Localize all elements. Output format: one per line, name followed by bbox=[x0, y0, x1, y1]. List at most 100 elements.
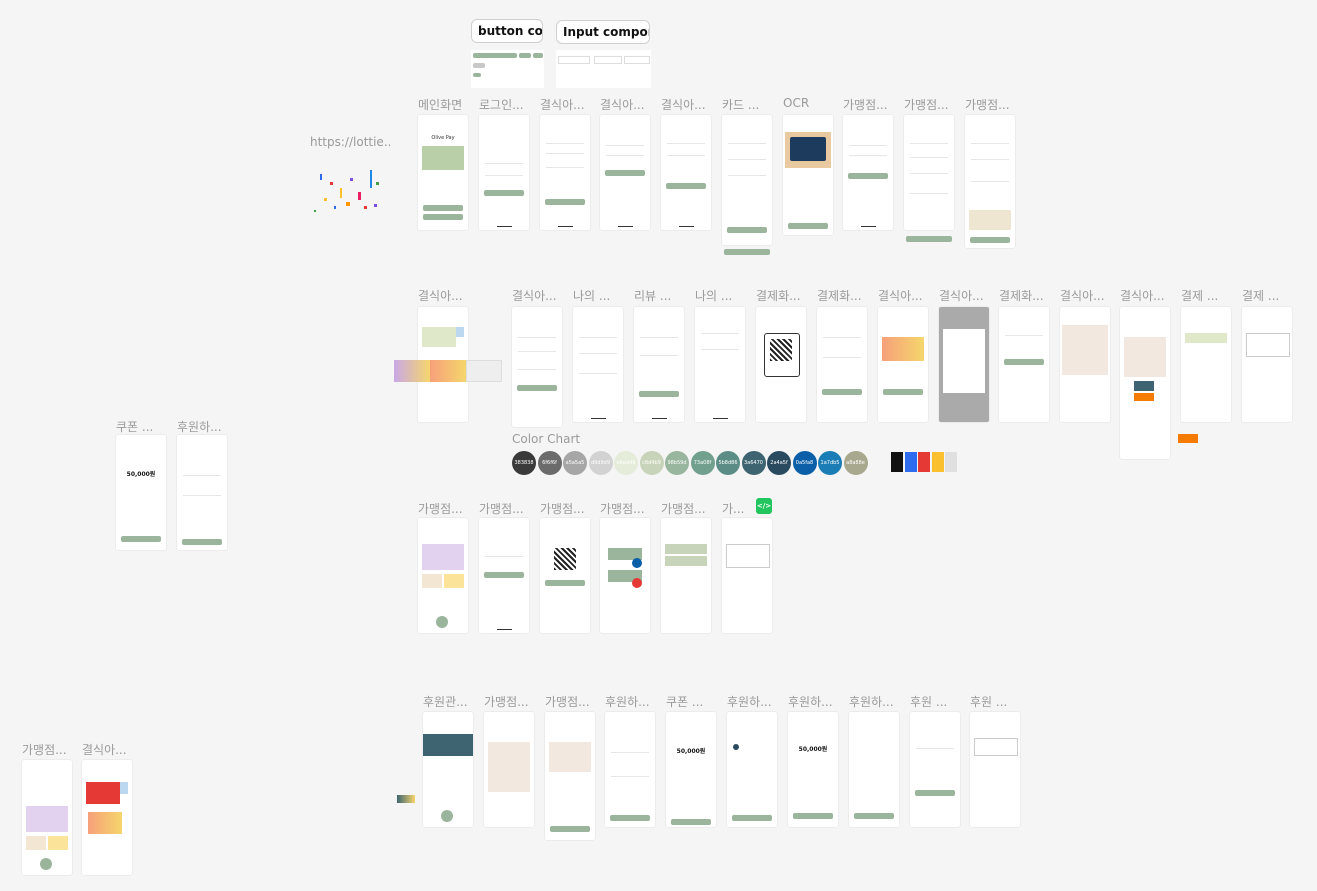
card-thumb bbox=[397, 795, 415, 803]
ocr-frame[interactable] bbox=[783, 115, 833, 235]
store-map-frame[interactable] bbox=[484, 712, 534, 827]
frame-label: 결제화... bbox=[817, 289, 862, 303]
wallet-frame-2[interactable] bbox=[82, 760, 132, 875]
code-icon[interactable]: </> bbox=[756, 498, 772, 514]
color-swatch: 98b59d bbox=[665, 451, 689, 475]
store-frame-3[interactable] bbox=[965, 115, 1015, 248]
frame-label: 결식아... bbox=[1060, 289, 1105, 303]
input-component-board bbox=[556, 50, 651, 88]
frame-label: 가맹점... bbox=[904, 98, 949, 112]
pay-history-frame[interactable] bbox=[1181, 307, 1231, 422]
donate-history-frame[interactable] bbox=[970, 712, 1020, 827]
donate-amount: 50,000원 bbox=[798, 746, 828, 753]
frame-label: 결식아... bbox=[512, 289, 557, 303]
map-frame-2[interactable] bbox=[1120, 307, 1170, 459]
frame-label: 후원 ... bbox=[910, 695, 948, 709]
button-component-title[interactable]: button co... bbox=[471, 19, 543, 43]
color-swatch: a8a88e bbox=[843, 451, 868, 475]
color-swatch: 383838 bbox=[512, 451, 536, 475]
card-register-button[interactable] bbox=[724, 249, 770, 255]
color-swatch: 73a08f bbox=[690, 451, 715, 475]
donate-frame[interactable] bbox=[177, 435, 227, 550]
frame-label: 카드 ... bbox=[722, 98, 760, 112]
store-home-frame-2[interactable] bbox=[22, 760, 72, 875]
frame-label: 결제 ... bbox=[1181, 289, 1219, 303]
frame-label: 결식아... bbox=[418, 289, 463, 303]
store-code-frame[interactable] bbox=[479, 518, 529, 633]
form-frame[interactable] bbox=[512, 307, 562, 427]
color-strip-cell bbox=[931, 452, 944, 472]
frame-label: 로그인... bbox=[479, 98, 524, 112]
login-frame[interactable] bbox=[479, 115, 529, 230]
frame-label: 결식아... bbox=[661, 98, 706, 112]
donate-complete-frame[interactable] bbox=[849, 712, 899, 827]
frame-label: 리뷰 ... bbox=[634, 289, 672, 303]
frame-label: 가맹점... bbox=[484, 695, 529, 709]
color-swatch: 1a7db5 bbox=[818, 451, 842, 475]
coupon-frame[interactable]: 50,000원 bbox=[116, 435, 166, 550]
frame-label: 후원하... bbox=[605, 695, 650, 709]
qr-pay-frame[interactable] bbox=[756, 307, 806, 422]
my-list-frame[interactable] bbox=[695, 307, 745, 422]
coupon-frame-2[interactable]: 50,000원 bbox=[666, 712, 716, 827]
store-home-frame[interactable] bbox=[418, 518, 468, 633]
store-sales-frame[interactable] bbox=[600, 518, 650, 633]
color-swatch: 0a5fa8 bbox=[792, 451, 817, 475]
pay-detail-frame[interactable] bbox=[817, 307, 867, 422]
frame-label: 가맹점... bbox=[540, 502, 585, 516]
button-component-board bbox=[471, 50, 544, 88]
card-register-frame[interactable] bbox=[722, 115, 772, 245]
review-frame[interactable] bbox=[634, 307, 684, 422]
color-swatch: c8d4b9 bbox=[639, 451, 664, 475]
color-swatch: 5b8d86 bbox=[716, 451, 740, 475]
color-strip-cell bbox=[918, 452, 930, 472]
signup-frame[interactable] bbox=[540, 115, 590, 230]
donate-keypad-frame[interactable] bbox=[727, 712, 777, 827]
color-swatch: 3a6470 bbox=[741, 451, 766, 475]
frame-label: 가맹점... bbox=[965, 98, 1010, 112]
store-qr-frame[interactable] bbox=[540, 518, 590, 633]
store-submit-button[interactable] bbox=[906, 236, 952, 242]
color-strip-cell bbox=[904, 452, 917, 472]
my-page-frame[interactable] bbox=[573, 307, 623, 422]
frame-label: OCR bbox=[783, 96, 810, 110]
input-component-title[interactable]: Input compon... bbox=[556, 20, 650, 44]
frame-label: 가맹점... bbox=[843, 98, 888, 112]
lottie-url-label: https://lottie... bbox=[310, 135, 390, 149]
donate-form-frame[interactable] bbox=[605, 712, 655, 827]
pay-history-frame-2[interactable] bbox=[1242, 307, 1292, 422]
frame-label: 가맹점... bbox=[418, 502, 463, 516]
card-carousel[interactable] bbox=[394, 360, 502, 382]
frame-label: 결식아... bbox=[1120, 289, 1165, 303]
frame-label: 후원하... bbox=[849, 695, 894, 709]
store-frame[interactable] bbox=[843, 115, 893, 230]
signup-frame-3[interactable] bbox=[661, 115, 711, 230]
frame-label: 결제화... bbox=[756, 289, 801, 303]
frame-label: 결식아... bbox=[600, 98, 645, 112]
store-settle-frame[interactable] bbox=[661, 518, 711, 633]
main-screen-frame[interactable]: Olive Pay bbox=[418, 115, 468, 230]
frame-label: 후원 ... bbox=[970, 695, 1008, 709]
donate-amount-frame[interactable]: 50,000원 bbox=[788, 712, 838, 827]
donor-home-frame[interactable] bbox=[423, 712, 473, 827]
store-map-frame-2[interactable] bbox=[545, 712, 595, 840]
illustration bbox=[422, 146, 464, 170]
color-strip-cell bbox=[891, 452, 903, 472]
color-strip-cell bbox=[945, 452, 957, 472]
card-pay-frame[interactable] bbox=[878, 307, 928, 422]
color-swatch: a5a5a5 bbox=[563, 451, 587, 475]
frame-label: 쿠폰 ... bbox=[666, 695, 704, 709]
store-frame-2[interactable] bbox=[904, 115, 954, 230]
orange-tag bbox=[1178, 434, 1198, 443]
pay-complete-frame[interactable] bbox=[999, 307, 1049, 422]
color-chart-title: Color Chart bbox=[512, 432, 581, 446]
confetti-animation bbox=[312, 168, 382, 218]
coupon-amount: 50,000원 bbox=[126, 471, 156, 478]
signup-frame-2[interactable] bbox=[600, 115, 650, 230]
store-history-frame[interactable] bbox=[722, 518, 772, 633]
donate-list-frame[interactable] bbox=[910, 712, 960, 827]
pin-pad-frame[interactable] bbox=[939, 307, 989, 422]
frame-label: 후원관... bbox=[423, 695, 468, 709]
map-frame[interactable] bbox=[1060, 307, 1110, 422]
frame-label: 결식아... bbox=[878, 289, 923, 303]
